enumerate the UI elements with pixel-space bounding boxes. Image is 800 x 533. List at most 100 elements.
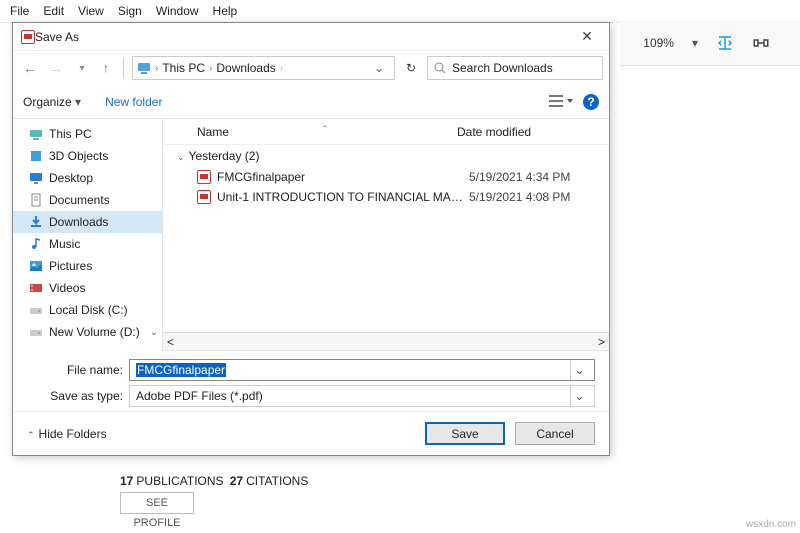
tree-item-label: Downloads (49, 215, 108, 229)
forward-button[interactable]: → (45, 60, 67, 76)
pc-icon (137, 61, 151, 75)
group-header[interactable]: ⌄Yesterday (2) (163, 145, 609, 167)
tree-item-music[interactable]: Music (13, 233, 162, 255)
3d-icon (29, 149, 43, 163)
tree-item-label: Local Disk (C:) (49, 303, 128, 317)
help-icon[interactable]: ? (583, 94, 599, 110)
chevron-right-icon[interactable]: › (205, 63, 216, 74)
chevron-down-icon[interactable]: ⌄ (150, 327, 158, 338)
search-input[interactable]: Search Downloads (427, 56, 603, 80)
file-date: 5/19/2021 4:08 PM (469, 190, 570, 204)
filename-input[interactable]: FMCGfinalpaper ⌄ (129, 359, 595, 381)
tree-item-disk[interactable]: New Volume (D:) ⌄ (13, 321, 162, 343)
tree-item-pictures[interactable]: Pictures (13, 255, 162, 277)
zoom-level[interactable]: 109% (643, 36, 674, 50)
file-name: FMCGfinalpaper (217, 170, 469, 184)
menu-sign[interactable]: Sign (112, 2, 148, 20)
save-button[interactable]: Save (425, 422, 505, 445)
pc-icon (29, 127, 43, 141)
see-profile-button[interactable]: SEE PROFILE (120, 492, 194, 514)
menu-view[interactable]: View (72, 2, 110, 20)
cancel-button[interactable]: Cancel (515, 422, 595, 445)
nav-row: ← → ▾ ↑ › This PC › Downloads › ⌄ ↻ Sear… (13, 51, 609, 85)
docs-icon (29, 193, 43, 207)
menu-help[interactable]: Help (207, 2, 244, 20)
desktop-icon (29, 171, 43, 185)
disk-icon (29, 303, 43, 317)
file-date: 5/19/2021 4:34 PM (469, 170, 570, 184)
downloads-icon (29, 215, 43, 229)
tree-item-label: This PC (49, 127, 92, 141)
command-bar: Organize ▾ New folder ? (13, 85, 609, 119)
chevron-right-icon[interactable]: › (276, 63, 287, 74)
save-fields: File name: FMCGfinalpaper ⌄ Save as type… (13, 351, 609, 411)
menu-file[interactable]: File (4, 2, 35, 20)
chevron-right-icon[interactable]: › (151, 63, 162, 74)
file-list: ⌃ Name Date modified ⌄Yesterday (2) FMCG… (163, 119, 609, 351)
tree-item-label: New Volume (D:) (49, 325, 140, 339)
music-icon (29, 237, 43, 251)
nav-tree[interactable]: This PC 3D Objects Desktop Documents Downloa… (13, 119, 163, 351)
horizontal-scrollbar[interactable]: <> (163, 332, 609, 350)
tree-item-label: Videos (49, 281, 85, 295)
videos-icon (29, 281, 43, 295)
pdf-icon (21, 30, 35, 44)
app-toolbar: 109% ▾ (620, 20, 800, 66)
caret-icon: ⌃ (27, 430, 35, 440)
dialog-titlebar: Save As ✕ (13, 23, 609, 51)
tree-item-label: 3D Objects (49, 149, 108, 163)
save-as-dialog: Save As ✕ ← → ▾ ↑ › This PC › Downloads … (12, 22, 610, 456)
pdf-icon (197, 170, 211, 184)
menu-window[interactable]: Window (150, 2, 205, 20)
hide-folders-button[interactable]: ⌃Hide Folders (27, 427, 107, 441)
filename-label: File name: (27, 363, 123, 377)
tree-item-disk[interactable]: Local Disk (C:) (13, 299, 162, 321)
tree-item-pc[interactable]: This PC (13, 123, 162, 145)
organize-button[interactable]: Organize ▾ (23, 95, 81, 109)
column-headers[interactable]: ⌃ Name Date modified (163, 119, 609, 145)
back-button[interactable]: ← (19, 60, 41, 76)
col-date[interactable]: Date modified (457, 125, 531, 139)
up-button[interactable]: ↑ (97, 61, 115, 75)
tree-item-downloads[interactable]: Downloads (13, 211, 162, 233)
tree-item-label: Documents (49, 193, 110, 207)
tree-item-label: Pictures (49, 259, 92, 273)
view-options-icon[interactable] (549, 94, 573, 110)
dialog-body: This PC 3D Objects Desktop Documents Downloa… (13, 119, 609, 351)
file-row[interactable]: FMCGfinalpaper5/19/2021 4:34 PM (163, 167, 609, 187)
chevron-down-icon[interactable]: ⌄ (570, 360, 588, 380)
new-folder-button[interactable]: New folder (105, 95, 162, 109)
fit-width-icon[interactable] (716, 34, 734, 52)
tree-item-label: Desktop (49, 171, 93, 185)
menu-edit[interactable]: Edit (37, 2, 70, 20)
dialog-footer: ⌃Hide Folders Save Cancel (13, 411, 609, 455)
search-icon (434, 62, 446, 74)
tree-item-docs[interactable]: Documents (13, 189, 162, 211)
pictures-icon (29, 259, 43, 273)
refresh-icon[interactable]: ↻ (399, 61, 423, 75)
chevron-down-icon[interactable]: ⌄ (570, 386, 588, 406)
chevron-down-icon[interactable]: ▾ (692, 36, 698, 50)
pdf-icon (197, 190, 211, 204)
filename-value: FMCGfinalpaper (136, 363, 226, 377)
tree-item-3d[interactable]: 3D Objects (13, 145, 162, 167)
tree-item-videos[interactable]: Videos (13, 277, 162, 299)
search-placeholder: Search Downloads (452, 61, 553, 75)
type-label: Save as type: (27, 389, 123, 403)
tree-item-desktop[interactable]: Desktop (13, 167, 162, 189)
path-folder[interactable]: Downloads (216, 61, 275, 75)
publications-line: 17 PUBLICATIONS 27 CITATIONS (120, 474, 360, 488)
address-bar[interactable]: › This PC › Downloads › ⌄ (132, 56, 395, 80)
connector-icon[interactable] (752, 34, 770, 52)
close-icon[interactable]: ✕ (573, 28, 601, 45)
path-root[interactable]: This PC (162, 61, 205, 75)
watermark: wsxdn.com (746, 519, 796, 530)
file-row[interactable]: Unit-1 INTRODUCTION TO FINANCIAL MANAG..… (163, 187, 609, 207)
chevron-down-icon[interactable]: ⌄ (368, 61, 390, 75)
disk-icon (29, 325, 43, 339)
expand-caret-icon[interactable]: ⌃ (321, 124, 329, 135)
recent-caret-icon[interactable]: ▾ (71, 63, 93, 74)
type-select[interactable]: Adobe PDF Files (*.pdf) ⌄ (129, 385, 595, 407)
tree-item-label: Music (49, 237, 80, 251)
caret-down-icon: ⌄ (177, 152, 185, 162)
